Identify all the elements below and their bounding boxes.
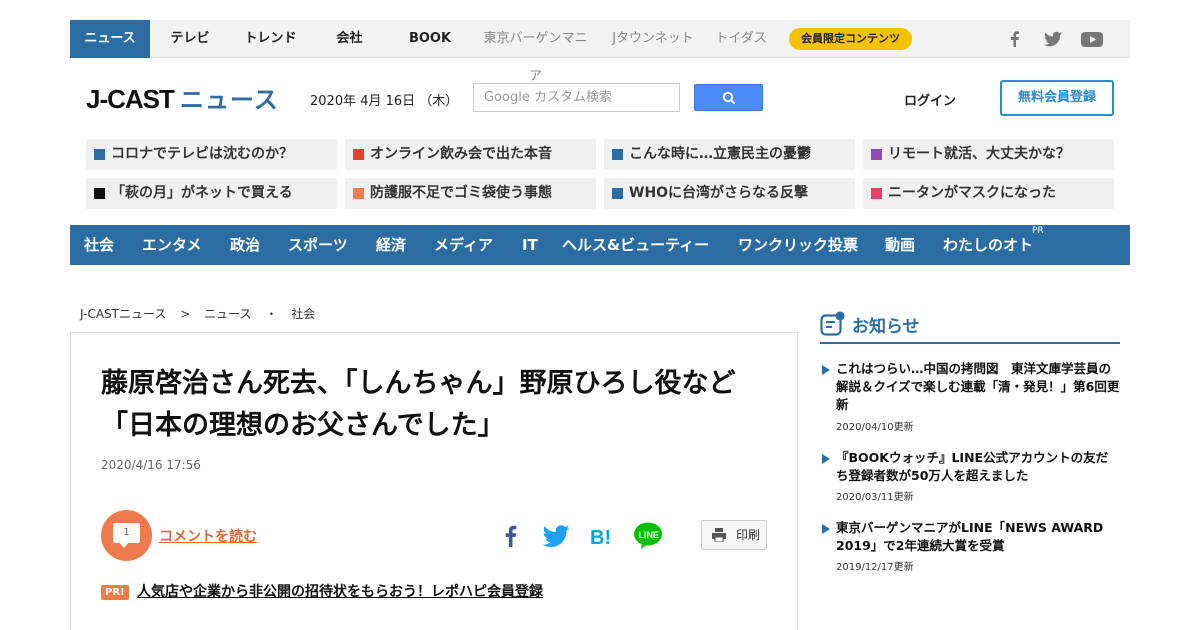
current-date: 2020年 4月 16日 （木） xyxy=(310,94,459,109)
news-date: 2019/12/17更新 xyxy=(836,562,914,573)
pr-label: PR xyxy=(1032,226,1044,236)
topnav-news[interactable]: ニュース xyxy=(70,20,150,58)
breadcrumb-society[interactable]: 社会 xyxy=(291,307,315,321)
comment-count: 1 xyxy=(113,523,140,543)
print-label: 印刷 xyxy=(736,528,761,542)
square-icon xyxy=(94,188,105,199)
news-date: 2020/03/11更新 xyxy=(836,492,914,503)
square-icon xyxy=(94,149,105,160)
triangle-icon xyxy=(822,365,830,375)
sidebar: お知らせ これはつらい…中国の拷問図 東洋文庫学芸員の解説＆クイズで楽しむ連載「… xyxy=(820,310,1120,630)
logo-sub: ニュース xyxy=(179,87,279,114)
twitter-icon[interactable] xyxy=(1043,29,1063,49)
category-oto[interactable]: わたしのオト xyxy=(943,225,1033,265)
read-comments-link[interactable]: コメントを読む xyxy=(159,526,257,546)
topic-tag[interactable]: オンライン飲み会で出た本音 xyxy=(345,139,596,170)
topic-tag[interactable]: 防護服不足でゴミ袋使う事態 xyxy=(345,178,596,209)
comment-icon[interactable]: 1 xyxy=(101,510,152,561)
search-icon xyxy=(722,91,736,105)
topic-tag[interactable]: 「萩の月」がネットで買える xyxy=(86,178,337,209)
hatena-share-button[interactable]: B! xyxy=(586,521,616,551)
sidebar-news-item[interactable]: 『BOOKウォッチ』LINE公式アカウントの友だち登録者数が50万人を超えました… xyxy=(820,449,1120,509)
twitter-icon xyxy=(542,525,570,548)
logo-main: J-CAST xyxy=(86,84,175,114)
svg-text:B!: B! xyxy=(590,527,611,549)
category-it[interactable]: IT xyxy=(522,225,538,265)
square-icon xyxy=(353,188,364,199)
category-society[interactable]: 社会 xyxy=(84,225,114,265)
triangle-icon xyxy=(822,454,830,464)
topic-tag[interactable]: リモート就活、大丈夫かな？ xyxy=(863,139,1114,170)
member-badge[interactable]: 会員限定コンテンツ xyxy=(789,28,912,50)
site-header: J-CAST ニュース 2020年 4月 16日 （木） Google カスタム検… xyxy=(70,58,1130,138)
hatena-icon: B! xyxy=(590,527,611,549)
article-date: 2020/4/16 17:56 xyxy=(101,458,201,472)
topnav-book[interactable]: BOOK xyxy=(400,20,460,58)
breadcrumb-news[interactable]: ニュース xyxy=(204,307,251,321)
news-date: 2020/04/10更新 xyxy=(836,422,914,433)
breadcrumb-sep: ・ xyxy=(265,307,278,321)
news-title[interactable]: 『BOOKウォッチ』LINE公式アカウントの友だち登録者数が50万人を超えました xyxy=(836,449,1120,485)
category-nav: 社会 エンタメ 政治 スポーツ 経済 メディア IT ヘルス&ビューティー ワン… xyxy=(70,225,1130,265)
breadcrumb-sep: > xyxy=(180,307,191,321)
facebook-icon xyxy=(505,525,517,547)
topnav-company[interactable]: 会社 xyxy=(322,20,377,58)
svg-text:LINE: LINE xyxy=(639,530,660,540)
category-economy[interactable]: 経済 xyxy=(376,225,406,265)
sidebar-heading: お知らせ xyxy=(820,310,1120,344)
category-health[interactable]: ヘルス&ビューティー xyxy=(562,225,709,265)
pr-link[interactable]: 人気店や企業から非公開の招待状をもらおう！レポハピ会員登録 xyxy=(137,581,543,601)
top-nav: ニュース テレビ トレンド 会社 BOOK 東京バーゲンマニア Jタウンネット … xyxy=(70,20,1130,84)
topnav-toidas[interactable]: トイダス xyxy=(710,20,772,58)
search-button[interactable] xyxy=(694,84,763,111)
topic-tag[interactable]: WHOに台湾がさらなる反撃 xyxy=(604,178,855,209)
print-icon xyxy=(712,528,726,542)
facebook-icon[interactable] xyxy=(1005,29,1025,49)
topic-tag[interactable]: コロナでテレビは沈むのか？ xyxy=(86,139,337,170)
topnav-tv[interactable]: テレビ xyxy=(160,20,220,58)
category-entame[interactable]: エンタメ xyxy=(142,225,202,265)
print-button[interactable]: 印刷 xyxy=(701,520,767,550)
square-icon xyxy=(871,149,882,160)
search-input[interactable]: Google カスタム検索 xyxy=(473,83,680,112)
register-button[interactable]: 無料会員登録 xyxy=(1000,80,1114,116)
category-vote[interactable]: ワンクリック投票 xyxy=(738,225,858,265)
site-logo[interactable]: J-CAST ニュース xyxy=(86,80,279,115)
category-video[interactable]: 動画 xyxy=(885,225,915,265)
facebook-share-button[interactable] xyxy=(496,521,526,551)
category-media[interactable]: メディア xyxy=(434,225,493,265)
topic-tag[interactable]: こんな時に…立憲民主の憂鬱 xyxy=(604,139,855,170)
square-icon xyxy=(612,188,623,199)
login-link[interactable]: ログイン xyxy=(904,90,956,109)
topnav-trend[interactable]: トレンド xyxy=(238,20,303,58)
sidebar-news-item[interactable]: これはつらい…中国の拷問図 東洋文庫学芸員の解説＆クイズで楽しむ連載「清・発見！… xyxy=(820,360,1120,440)
sidebar-news-item[interactable]: 東京バーゲンマニアがLINE「NEWS AWARD 2019」で2年連続大賞を受… xyxy=(820,519,1120,579)
category-politics[interactable]: 政治 xyxy=(230,225,260,265)
category-sports[interactable]: スポーツ xyxy=(288,225,348,265)
article-title: 藤原啓治さん死去、「しんちゃん」野原ひろし役など 「日本の理想のお父さんでした」 xyxy=(101,368,736,441)
topnav-jtown[interactable]: Jタウンネット xyxy=(608,20,698,58)
youtube-icon[interactable] xyxy=(1080,29,1104,49)
article-card: 藤原啓治さん死去、「しんちゃん」野原ひろし役など 「日本の理想のお父さんでした」… xyxy=(70,332,798,630)
breadcrumb-home[interactable]: J-CASTニュース xyxy=(80,307,166,321)
breadcrumb: J-CASTニュース > ニュース ・ 社会 xyxy=(80,305,325,322)
square-icon xyxy=(612,149,623,160)
line-icon: LINE xyxy=(634,522,662,549)
triangle-icon xyxy=(822,524,830,534)
line-share-button[interactable]: LINE xyxy=(632,521,664,551)
square-icon xyxy=(353,149,364,160)
pr-badge: PR! xyxy=(101,585,129,600)
topic-tag[interactable]: ニータンがマスクになった xyxy=(863,178,1114,209)
notice-icon xyxy=(820,311,845,336)
square-icon xyxy=(871,188,882,199)
twitter-share-button[interactable] xyxy=(541,521,571,551)
news-title[interactable]: これはつらい…中国の拷問図 東洋文庫学芸員の解説＆クイズで楽しむ連載「清・発見！… xyxy=(836,360,1120,414)
news-title[interactable]: 東京バーゲンマニアがLINE「NEWS AWARD 2019」で2年連続大賞を受… xyxy=(836,519,1120,555)
topnav-bargain[interactable]: 東京バーゲンマニア xyxy=(478,20,593,84)
sidebar-heading-text: お知らせ xyxy=(852,317,920,337)
